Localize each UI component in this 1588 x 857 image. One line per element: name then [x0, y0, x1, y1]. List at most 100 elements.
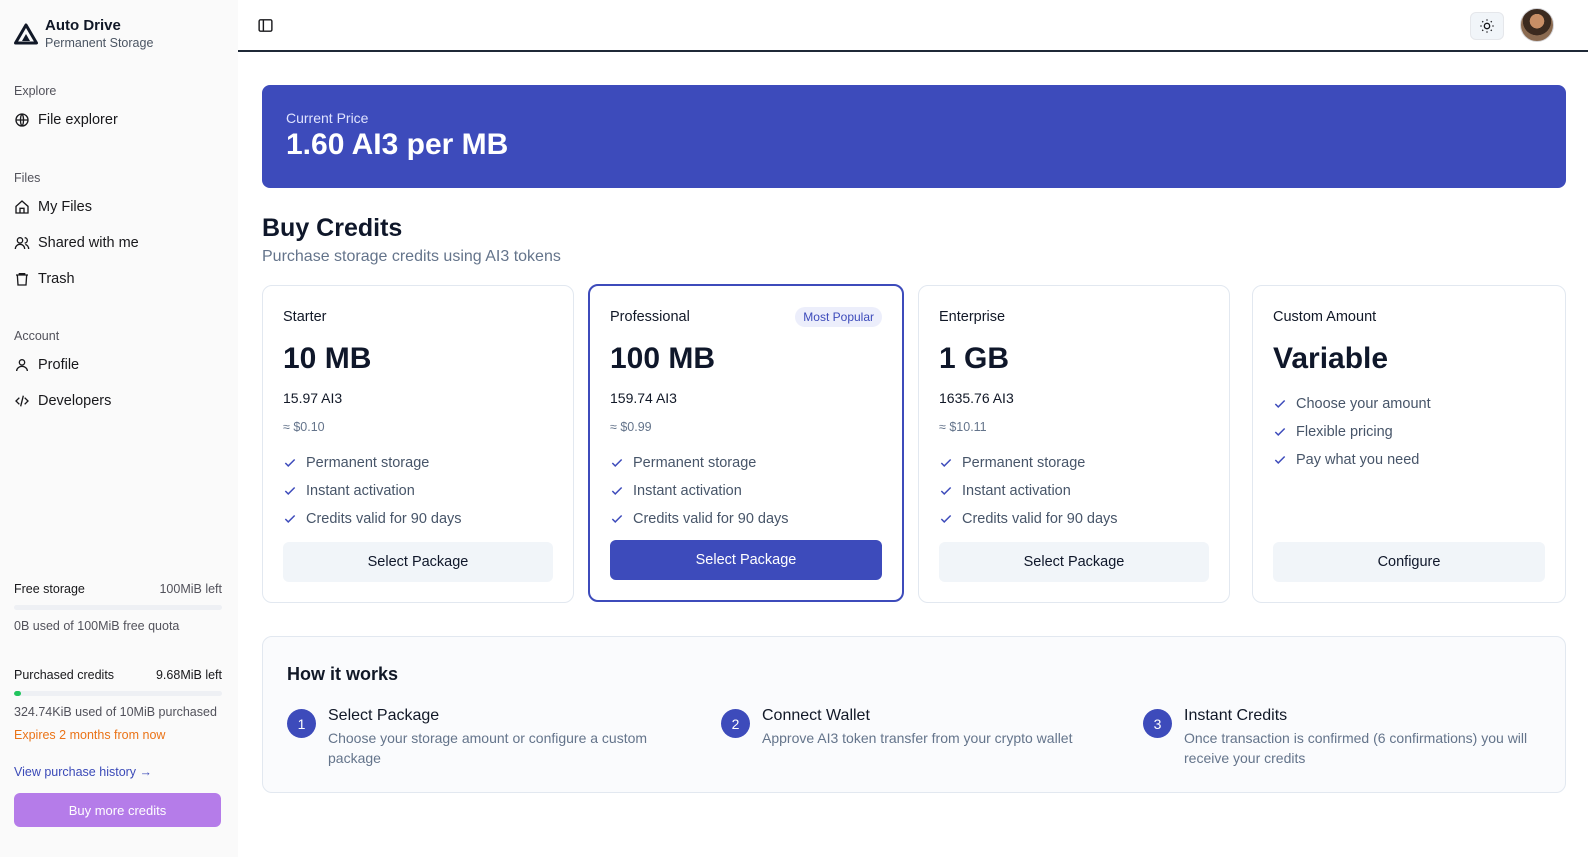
feature-label: Instant activation — [962, 483, 1071, 499]
brand[interactable]: Auto Drive Permanent Storage — [14, 17, 153, 52]
step-3: 3 Instant Credits Once transaction is co… — [1143, 707, 1543, 768]
package-size: 100 MB — [610, 342, 716, 375]
check-icon — [1274, 427, 1286, 436]
nav-section-explore: Explore File explorer — [14, 84, 118, 138]
free-storage-used-note: 0B used of 100MiB free quota — [14, 619, 180, 633]
sidebar-item-my-files[interactable]: My Files — [14, 189, 139, 225]
package-features: Permanent storage Instant activation Cre… — [610, 449, 789, 533]
page-subtitle: Purchase storage credits using AI3 token… — [262, 248, 561, 265]
feature-label: Choose your amount — [1296, 396, 1431, 412]
configure-custom-button[interactable]: Configure — [1273, 542, 1545, 582]
globe-icon — [15, 113, 29, 127]
step-number: 1 — [287, 709, 316, 738]
check-icon — [940, 514, 952, 523]
package-features: Permanent storage Instant activation Cre… — [939, 449, 1118, 533]
how-it-works-title: How it works — [287, 664, 399, 684]
feature-item: Pay what you need — [1273, 446, 1431, 474]
feature-label: Credits valid for 90 days — [962, 511, 1118, 527]
check-icon — [940, 458, 952, 467]
code-icon — [15, 395, 29, 407]
purchased-credits-used-note: 324.74KiB used of 10MiB purchased — [14, 705, 217, 719]
select-package-enterprise-button[interactable]: Select Package — [939, 542, 1209, 582]
package-features: Permanent storage Instant activation Cre… — [283, 449, 462, 533]
sidebar-item-shared-with-me[interactable]: Shared with me — [14, 225, 139, 261]
package-name: Professional — [610, 309, 690, 325]
free-storage-label: Free storage — [14, 582, 85, 596]
feature-item: Flexible pricing — [1273, 418, 1431, 446]
check-icon — [940, 486, 952, 495]
app-title: Auto Drive — [45, 17, 121, 34]
package-ai3-price: 159.74 AI3 — [610, 390, 677, 406]
feature-item: Instant activation — [283, 477, 462, 505]
step-number: 2 — [721, 709, 750, 738]
sidebar-item-label: My Files — [38, 199, 92, 215]
package-card-enterprise: Enterprise 1 GB 1635.76 AI3 ≈ $10.11 Per… — [918, 285, 1230, 603]
check-icon — [611, 514, 623, 523]
feature-label: Pay what you need — [1296, 452, 1420, 468]
feature-item: Permanent storage — [283, 449, 462, 477]
package-usd-price: ≈ $10.11 — [939, 420, 987, 434]
step-description: Once transaction is confirmed (6 confirm… — [1184, 730, 1528, 766]
buy-more-credits-button[interactable]: Buy more credits — [14, 793, 221, 827]
current-price-label: Current Price — [286, 110, 369, 126]
purchased-credits-left: 9.68MiB left — [155, 668, 222, 682]
trash-icon — [16, 273, 28, 286]
how-it-works-panel: How it works 1 Select Package Choose you… — [262, 636, 1566, 793]
top-header — [238, 0, 1588, 52]
purchased-credits-progress — [14, 691, 222, 696]
sidebar-item-developers[interactable]: Developers — [14, 383, 111, 419]
view-purchase-history-link[interactable]: View purchase history → — [14, 765, 152, 779]
feature-item: Choose your amount — [1273, 390, 1431, 418]
package-usd-price: ≈ $0.99 — [610, 420, 652, 434]
step-title: Instant Credits — [1184, 707, 1288, 724]
select-package-starter-button[interactable]: Select Package — [283, 542, 553, 582]
most-popular-badge: Most Popular — [795, 307, 882, 327]
package-size: Variable — [1273, 342, 1389, 375]
nav-heading-files: Files — [14, 171, 41, 185]
package-name: Enterprise — [939, 309, 1006, 325]
feature-item: Credits valid for 90 days — [939, 505, 1118, 533]
package-name: Starter — [283, 309, 327, 325]
package-name: Custom Amount — [1273, 309, 1377, 325]
step-description: Choose your storage amount or configure … — [328, 730, 648, 766]
feature-label: Credits valid for 90 days — [633, 511, 789, 527]
sun-icon — [1480, 19, 1494, 33]
home-icon — [15, 200, 29, 214]
check-icon — [284, 514, 296, 523]
step-title: Select Package — [328, 707, 440, 724]
free-storage-progress — [14, 605, 222, 610]
current-price-value: 1.60 AI3 per MB — [286, 128, 509, 161]
page-title: Buy Credits — [262, 214, 403, 242]
check-icon — [611, 458, 623, 467]
sidebar-item-label: Profile — [38, 357, 80, 373]
theme-toggle-button[interactable] — [1470, 12, 1504, 40]
feature-label: Instant activation — [633, 483, 742, 499]
feature-item: Credits valid for 90 days — [283, 505, 462, 533]
select-package-professional-button[interactable]: Select Package — [610, 540, 882, 580]
feature-item: Credits valid for 90 days — [610, 505, 789, 533]
purchased-credits-quota: Purchased credits 9.68MiB left 324.74KiB… — [14, 668, 222, 742]
nav-heading-account: Account — [14, 329, 60, 343]
sidebar-item-file-explorer[interactable]: File explorer — [14, 102, 118, 138]
feature-item: Instant activation — [939, 477, 1118, 505]
purchased-credits-label: Purchased credits — [14, 668, 115, 682]
check-icon — [611, 486, 623, 495]
panel-left-icon[interactable] — [257, 17, 274, 34]
users-icon — [14, 237, 30, 250]
feature-item: Permanent storage — [610, 449, 789, 477]
sidebar-item-label: Trash — [38, 271, 75, 287]
sidebar-item-profile[interactable]: Profile — [14, 347, 111, 383]
sidebar-item-trash[interactable]: Trash — [14, 261, 139, 297]
step-1: 1 Select Package Choose your storage amo… — [287, 707, 687, 768]
package-ai3-price: 15.97 AI3 — [283, 390, 343, 406]
avatar[interactable] — [1520, 8, 1554, 42]
feature-item: Instant activation — [610, 477, 789, 505]
auto-drive-logo-icon — [14, 23, 38, 44]
free-storage-left: 100MiB left — [159, 582, 222, 596]
step-number: 3 — [1143, 709, 1172, 738]
package-usd-price: ≈ $0.10 — [283, 420, 325, 434]
check-icon — [284, 486, 296, 495]
nav-heading-explore: Explore — [14, 84, 57, 98]
sidebar-item-label: Developers — [38, 393, 112, 409]
feature-label: Permanent storage — [633, 455, 757, 471]
